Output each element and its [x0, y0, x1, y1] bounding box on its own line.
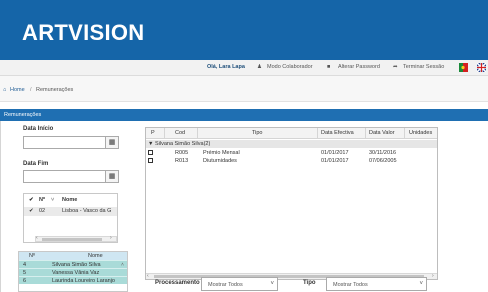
- date-end-label: Data Fim: [23, 161, 49, 167]
- change-password-link[interactable]: Alterar Password: [338, 64, 380, 70]
- col-cod[interactable]: Cod: [175, 130, 185, 136]
- employee-name: Laurinda Loureiro Laranjo: [52, 278, 115, 284]
- collaborator-mode-link[interactable]: Modo Colaborador: [267, 64, 313, 70]
- col-tipo[interactable]: Tipo: [252, 130, 263, 136]
- logout-icon: ➦: [393, 64, 398, 70]
- scroll-left-icon[interactable]: ‹: [36, 235, 38, 241]
- scroll-left-icon[interactable]: ‹: [147, 273, 149, 279]
- employee-num: 6: [23, 278, 27, 284]
- panel-header: Remunerações: [0, 109, 488, 121]
- tipo-label: Tipo: [303, 280, 316, 286]
- row-checkbox[interactable]: [148, 158, 153, 163]
- calendar-icon[interactable]: ▦: [105, 170, 119, 183]
- row-data-valor: 07/06/2005: [369, 158, 397, 164]
- location-num: 02: [39, 208, 46, 214]
- col-num[interactable]: Nº: [39, 197, 45, 203]
- table-row[interactable]: R005 Prémio Mensal 01/01/2017 30/11/2016: [146, 149, 437, 157]
- breadcrumb-separator: /: [30, 87, 32, 93]
- row-cod: R013: [175, 158, 189, 164]
- processamento-label: Processamento: [155, 280, 200, 286]
- scroll-right-icon[interactable]: ›: [110, 235, 112, 241]
- col-data-efectiva[interactable]: Data Efectiva: [321, 130, 354, 136]
- scroll-right-icon[interactable]: ›: [432, 273, 434, 279]
- scroll-thumb[interactable]: [42, 238, 102, 241]
- scroll-up-icon[interactable]: ˄: [121, 262, 124, 268]
- col-data-valor[interactable]: Data Valor: [369, 130, 395, 136]
- table-row[interactable]: 5 Vanessa Vânia Vaz: [19, 268, 127, 276]
- col-name[interactable]: Nome: [88, 253, 103, 259]
- date-start-label: Data Início: [23, 126, 54, 132]
- row-data-valor: 30/11/2016: [369, 150, 397, 156]
- user-icon: ♟: [257, 64, 262, 70]
- col-unidades[interactable]: Unidades: [409, 130, 432, 136]
- logout-link[interactable]: Terminar Sessão: [403, 64, 444, 70]
- check-icon[interactable]: ✔: [29, 208, 34, 214]
- table-row[interactable]: 6 Laurinda Loureiro Laranjo: [19, 276, 127, 284]
- breadcrumb: ⌂ Home / Remunerações: [0, 76, 488, 102]
- table-row[interactable]: 4 Silvana Simão Silva: [19, 260, 127, 268]
- col-name[interactable]: Nome: [62, 197, 77, 203]
- row-tipo: Prémio Mensal: [203, 150, 240, 156]
- app-header: ARTVISION: [0, 0, 488, 60]
- tipo-select[interactable]: Mostrar Todos ˅: [326, 277, 427, 291]
- col-num[interactable]: Nº: [29, 253, 35, 259]
- row-checkbox[interactable]: [148, 150, 153, 155]
- chevron-down-icon: ˅: [270, 281, 274, 287]
- home-icon[interactable]: ⌂: [3, 87, 6, 93]
- list-item[interactable]: ✔ 02 Lisboa - Vasco da G: [24, 207, 117, 216]
- breadcrumb-current: Remunerações: [36, 87, 74, 93]
- table-row[interactable]: R013 Diuturnidades 01/01/2017 07/06/2005: [146, 157, 437, 165]
- grid-header: P Cod Tipo Data Efectiva Data Valor Unid…: [146, 128, 437, 139]
- employee-table-header: Nº Nome: [19, 252, 127, 260]
- user-bar: Olá, Lara Lapa ♟ Modo Colaborador ■ Alte…: [0, 60, 488, 76]
- processamento-value: Mostrar Todos: [208, 282, 243, 288]
- portugal-flag-icon[interactable]: [459, 63, 468, 72]
- breadcrumb-home[interactable]: Home: [10, 87, 25, 93]
- lock-icon: ■: [327, 64, 331, 70]
- app-logo[interactable]: ARTVISION: [22, 20, 145, 46]
- row-tipo: Diuturnidades: [203, 158, 237, 164]
- group-row[interactable]: ▼ Silvana Simão Silva(2): [146, 140, 437, 148]
- row-data-efectiva: 01/01/2017: [321, 158, 349, 164]
- calendar-icon[interactable]: ▦: [105, 136, 119, 149]
- panel-title: Remunerações: [4, 112, 42, 118]
- check-all-icon[interactable]: ✔: [29, 197, 34, 203]
- processamento-select[interactable]: Mostrar Todos ˅: [201, 277, 278, 291]
- sort-icon[interactable]: ˅: [51, 197, 54, 203]
- location-list-scrollbar[interactable]: ‹ ›: [35, 235, 117, 242]
- tipo-value: Mostrar Todos: [333, 282, 368, 288]
- location-name: Lisboa - Vasco da G: [62, 208, 112, 214]
- row-cod: R005: [175, 150, 189, 156]
- uk-flag-icon[interactable]: [476, 62, 487, 73]
- employee-table: Nº Nome 4 Silvana Simão Silva 5 Vanessa …: [18, 251, 128, 292]
- remuneration-grid: P Cod Tipo Data Efectiva Data Valor Unid…: [145, 127, 438, 280]
- row-data-efectiva: 01/01/2017: [321, 150, 349, 156]
- chevron-down-icon: ˅: [419, 281, 423, 287]
- col-p[interactable]: P: [151, 130, 155, 136]
- user-name: Olá, Lara Lapa: [207, 64, 245, 70]
- location-list-header: ✔ Nº ˅ Nome: [24, 196, 117, 205]
- group-label: ▼ Silvana Simão Silva(2): [148, 141, 211, 147]
